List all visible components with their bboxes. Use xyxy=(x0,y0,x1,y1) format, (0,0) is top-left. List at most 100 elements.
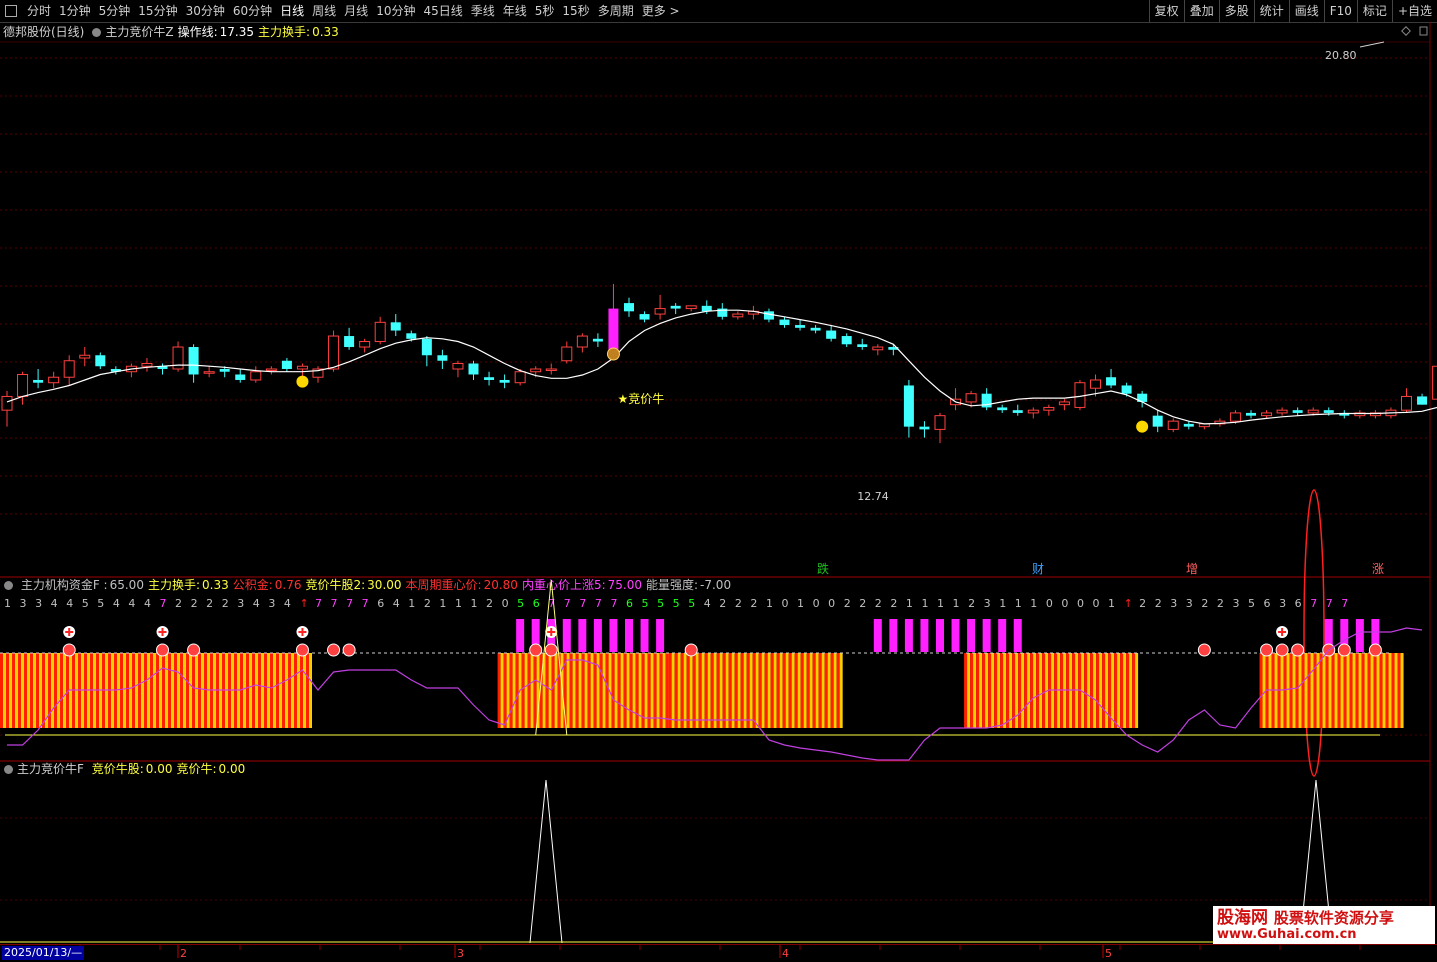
watermark-logo: 股海网 股票软件资源分享 www.Guhai.com.cn xyxy=(1213,906,1435,944)
panel2-digit: 7 xyxy=(346,597,353,610)
chart-canvas[interactable]: ★竞价牛★竞价牛12.7420.80跌财增涨133445544472222343… xyxy=(0,0,1437,961)
panel2-digit: 6 xyxy=(626,597,633,610)
signal-label: ★竞价牛 xyxy=(617,391,664,406)
striped-bar xyxy=(1358,653,1362,728)
striped-bar xyxy=(129,653,132,728)
red-ball-icon xyxy=(156,643,169,657)
striped-bar xyxy=(33,653,36,728)
panel2-digit: 4 xyxy=(393,597,400,610)
striped-bar xyxy=(1340,653,1344,728)
panel2-digit: 0 xyxy=(813,597,820,610)
striped-bar xyxy=(1361,653,1365,728)
striped-bar xyxy=(665,653,669,728)
striped-bar xyxy=(168,653,171,728)
striped-bar xyxy=(1295,653,1299,728)
striped-bar xyxy=(279,653,282,728)
panel2-digit: 5 xyxy=(657,597,664,610)
candle-body xyxy=(576,335,588,348)
striped-bar xyxy=(1385,653,1389,728)
striped-bar xyxy=(515,653,519,728)
striped-bar xyxy=(303,653,306,728)
panel2-digit: 2 xyxy=(1139,597,1146,610)
striped-bar xyxy=(276,653,279,728)
striped-bar xyxy=(204,653,207,728)
panel2-digit: 1 xyxy=(1015,597,1022,610)
magenta-bar xyxy=(593,619,602,652)
striped-bar xyxy=(701,653,705,728)
window-icon xyxy=(1419,26,1428,36)
striped-bar xyxy=(291,653,294,728)
striped-bar xyxy=(186,653,189,728)
candle-body xyxy=(1090,379,1101,389)
striped-bar xyxy=(3,653,6,728)
red-ball-icon xyxy=(295,643,309,657)
striped-bar xyxy=(1099,653,1103,728)
panel2-digit: 5 xyxy=(97,597,104,610)
striped-bar xyxy=(42,653,45,728)
striped-bar xyxy=(668,653,672,728)
striped-bar xyxy=(156,653,159,728)
striped-bar xyxy=(51,653,54,728)
candle-body xyxy=(1307,409,1319,414)
magenta-bar xyxy=(640,619,649,652)
candle-body xyxy=(1417,396,1428,405)
panel2-digit: ↑ xyxy=(1124,597,1133,610)
striped-bar xyxy=(300,653,303,728)
candle-body xyxy=(1012,410,1023,413)
striped-bar xyxy=(710,653,714,728)
panel2-digit: 7 xyxy=(1326,597,1333,610)
striped-bar xyxy=(1367,653,1371,728)
magenta-bar xyxy=(936,619,944,652)
striped-bar xyxy=(273,653,276,728)
striped-bar xyxy=(605,653,609,728)
panel2-digit: 1 xyxy=(439,597,446,610)
candle-body xyxy=(499,379,510,383)
candle-body xyxy=(1183,423,1194,427)
striped-bar xyxy=(821,653,825,728)
magenta-bar xyxy=(609,619,618,652)
striped-bar xyxy=(976,653,980,728)
panel2-digit: 1 xyxy=(766,597,773,610)
striped-bar xyxy=(632,653,636,728)
striped-bar xyxy=(689,653,693,728)
red-ball-icon xyxy=(529,643,543,657)
panel2-digit: 3 xyxy=(268,597,275,610)
striped-bar xyxy=(809,653,813,728)
panel2-digit: 0 xyxy=(1077,597,1084,610)
magenta-bar xyxy=(967,619,976,652)
striped-bar xyxy=(997,653,1001,728)
panel2-digit: 5 xyxy=(688,597,695,610)
striped-bar xyxy=(1042,653,1046,728)
striped-bar xyxy=(1036,653,1040,728)
candle-body xyxy=(374,321,386,343)
striped-bar xyxy=(18,653,21,728)
striped-bar xyxy=(57,653,60,728)
panel2-digit: 2 xyxy=(1217,597,1224,610)
magenta-bar xyxy=(873,619,882,652)
panel2-digit: 2 xyxy=(968,597,975,610)
panel2-digit: ↑ xyxy=(299,597,308,610)
striped-bar xyxy=(530,653,534,728)
high-price-arrow xyxy=(1359,41,1385,48)
striped-bar xyxy=(1286,653,1290,728)
candle-body xyxy=(1276,409,1288,414)
striped-bar xyxy=(1310,653,1314,728)
striped-bar xyxy=(1135,653,1139,728)
candle-body xyxy=(48,376,60,384)
chart-tag: 财 xyxy=(1032,562,1044,576)
striped-bar xyxy=(1093,653,1097,728)
striped-bar xyxy=(54,653,57,728)
candle-body xyxy=(1043,406,1055,411)
chart-tag: 跌 xyxy=(817,561,829,576)
striped-bar xyxy=(713,653,717,728)
striped-bar xyxy=(677,653,681,728)
striped-bar xyxy=(264,653,267,728)
candle-body xyxy=(1027,409,1039,414)
striped-bar xyxy=(716,653,720,728)
striped-bar xyxy=(1355,653,1359,728)
striped-bar xyxy=(985,653,989,728)
panel2-digit: 3 xyxy=(1170,597,1177,610)
candle-body xyxy=(779,319,790,326)
panel2-digit: 6 xyxy=(1264,597,1271,610)
panel2-digit: 3 xyxy=(1186,597,1193,610)
